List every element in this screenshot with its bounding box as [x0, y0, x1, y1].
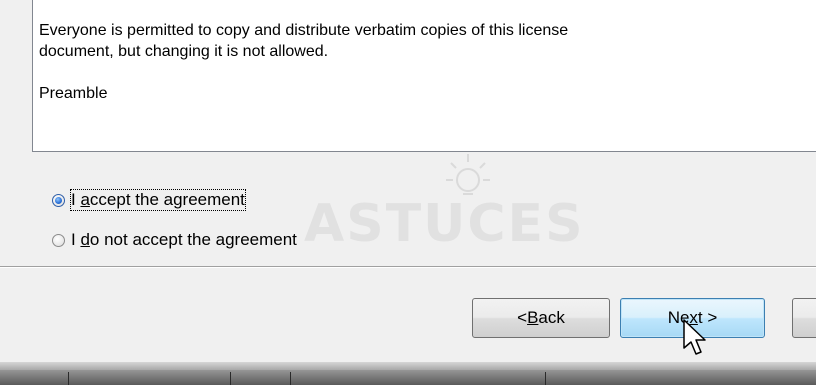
arrow-cursor-icon: [683, 319, 706, 355]
license-line-1: Everyone is permitted to copy and distri…: [39, 22, 569, 39]
decline-agreement-label[interactable]: I do not accept the agreement: [71, 230, 297, 250]
taskbar-strip: [0, 362, 816, 385]
accept-label-mnemonic: a: [80, 190, 90, 209]
taskbar-divider: [290, 372, 291, 385]
accept-label-rest: ccept the agreement: [89, 190, 245, 209]
watermark-text: ASTUCES: [304, 194, 585, 254]
taskbar-divider: [68, 372, 69, 385]
decline-radio-button[interactable]: [52, 233, 65, 247]
license-text-area[interactable]: Everyone is permitted to copy and distri…: [32, 0, 816, 152]
footer-separator: [0, 266, 816, 268]
license-line-2: document, but changing it is not allowed…: [39, 43, 329, 60]
back-button[interactable]: < Back: [472, 298, 610, 338]
decline-label-mnemonic: d: [80, 230, 90, 249]
accept-radio-button[interactable]: [52, 193, 65, 207]
cancel-button-partial[interactable]: [792, 298, 816, 338]
taskbar-highlight: [0, 362, 816, 370]
watermark: ASTUCES: [300, 150, 640, 260]
accept-agreement-label[interactable]: I accept the agreement: [70, 189, 246, 211]
decline-label-rest: o not accept the agreement: [89, 230, 297, 249]
back-label-mnemonic: B: [527, 308, 539, 327]
license-preamble: Preamble: [39, 85, 108, 102]
back-label-rest: ack: [538, 308, 565, 327]
taskbar-divider: [545, 372, 546, 385]
decline-agreement-option[interactable]: I do not accept the agreement: [52, 228, 297, 252]
accept-agreement-option[interactable]: I accept the agreement: [52, 188, 246, 212]
lightbulb-icon: [446, 154, 490, 195]
taskbar-divider: [230, 372, 231, 385]
back-label-prefix: <: [517, 308, 528, 327]
